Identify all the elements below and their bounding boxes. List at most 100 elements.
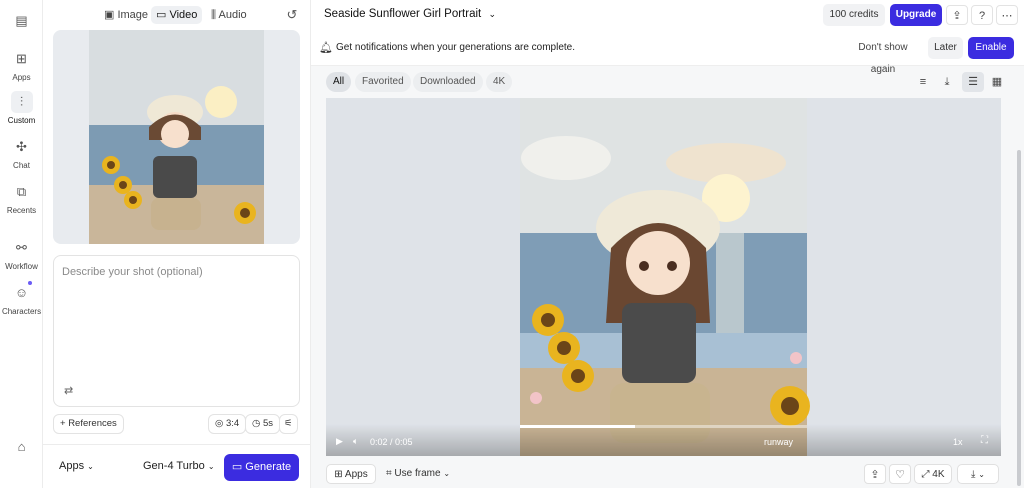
prompt-input[interactable]: Describe your shot (optional) <box>62 266 203 278</box>
model-dropdown[interactable]: Gen-4 Turbo ⌄ <box>143 460 215 472</box>
player-controls <box>326 424 1001 456</box>
apps-dropdown[interactable]: Apps ⌄ <box>59 460 94 472</box>
model-label: Gen-4 Turbo <box>143 460 205 472</box>
references-button[interactable]: + References <box>53 414 124 434</box>
apps-label: Apps <box>59 460 85 472</box>
rail-item-label: Chat <box>13 161 30 170</box>
generate-label: Generate <box>245 461 292 473</box>
rail-item-label: Custom <box>7 116 36 125</box>
rail-item-chat[interactable]: ✣ Chat <box>0 136 43 170</box>
enhance-prompt-icon[interactable]: ⇄ <box>64 384 73 397</box>
duration-button[interactable]: ◷ 5s <box>245 414 280 434</box>
asset-actions: ⊞ Apps ⌗ Use frame ⌄ ⇪ ♡ ⤢ 4K ⤓ ⌄ <box>311 462 1024 488</box>
generation-panel: ▣ Image ▭ Video ⫼ Audio ↺ Describe your … <box>43 0 311 488</box>
tab-label: Audio <box>218 9 247 21</box>
list-view-icon[interactable]: ☰ <box>962 72 984 92</box>
home-icon: ⌂ <box>17 439 26 454</box>
video-icon: ▭ <box>156 9 170 21</box>
input-image <box>89 30 264 244</box>
generate-button[interactable]: ▭ Generate <box>224 454 299 481</box>
ratio-icon: ◎ <box>215 418 226 429</box>
image-icon: ▣ <box>104 9 118 21</box>
filter-downloaded[interactable]: Downloaded <box>413 72 483 92</box>
filter-all[interactable]: All <box>326 72 352 92</box>
timer-icon: ◷ <box>252 418 263 429</box>
image-stack-icon: ⧉ <box>16 184 27 199</box>
share-icon[interactable]: ⇪ <box>864 464 886 484</box>
scrollbar[interactable] <box>1017 150 1021 486</box>
main-area: Seaside Sunflower Girl Portrait ⌄ 100 cr… <box>311 0 1024 488</box>
rail-item-recents[interactable]: ⧉ Recents <box>0 181 43 215</box>
grid-view-icon[interactable]: ▦ <box>986 72 1008 92</box>
references-label: References <box>68 418 117 429</box>
bell-icon: 🔔︎ <box>319 42 333 54</box>
top-bar: Seaside Sunflower Girl Portrait ⌄ 100 cr… <box>311 0 1024 30</box>
download-split-button[interactable]: ⤓ ⌄ <box>957 464 999 484</box>
aspect-ratio-button[interactable]: ◎ 3:4 <box>208 414 247 434</box>
chat-sparkle-icon: ✣ <box>16 139 27 154</box>
chevron-down-icon: ⌄ <box>87 462 94 471</box>
dont-show-again-button[interactable]: Don't show again <box>845 37 921 75</box>
help-icon[interactable]: ? <box>971 5 993 25</box>
rail-item-label: Characters <box>1 307 42 316</box>
prompt-box[interactable]: Describe your shot (optional) ⇄ <box>53 255 300 407</box>
chevron-down-icon: ⌄ <box>488 9 496 19</box>
character-icon: ☺ <box>14 285 29 300</box>
filter-4k[interactable]: 4K <box>486 72 513 92</box>
tab-image[interactable]: ▣ Image <box>99 6 153 24</box>
tab-video[interactable]: ▭ Video <box>151 6 203 24</box>
tab-label: Image <box>117 9 149 21</box>
workflow-icon: ⚯ <box>16 240 27 255</box>
rail-item-label: Workflow <box>5 262 38 271</box>
filter-favorited[interactable]: Favorited <box>355 72 411 92</box>
quality-label: 4K <box>932 469 945 480</box>
sliders-icon: ⫶ <box>10 91 33 113</box>
heart-icon[interactable]: ♡ <box>889 464 911 484</box>
settings-button[interactable]: ⚟ <box>279 414 298 434</box>
upgrade-button[interactable]: Upgrade <box>890 4 942 26</box>
enable-button[interactable]: Enable <box>968 37 1014 59</box>
play-icon[interactable]: ▶ <box>336 436 343 447</box>
rail-item-workflow[interactable]: ⚯ Workflow <box>0 237 43 271</box>
video-player[interactable]: ▶ 🔈︎ 0:02 / 0:05 runway 1x ⛶ <box>326 98 1001 456</box>
use-frame-label: Use frame <box>394 468 441 479</box>
reset-icon[interactable]: ↺ <box>283 6 301 24</box>
volume-icon[interactable]: 🔈︎ <box>353 436 358 447</box>
share-icon[interactable]: ⇪ <box>946 5 968 25</box>
download-icon[interactable]: ⤓ <box>936 72 958 92</box>
fullscreen-icon[interactable]: ⛶ <box>981 435 988 446</box>
rail-item-label: Apps <box>12 73 31 82</box>
apps-grid-icon: ⊞ <box>334 469 345 480</box>
panel-toggle-icon: ▤ <box>15 13 28 28</box>
rail-item-apps[interactable]: ⊞ Apps <box>0 48 43 82</box>
credits-badge[interactable]: 100 credits <box>823 4 885 26</box>
input-image-preview[interactable] <box>53 30 300 244</box>
progress-track[interactable] <box>520 425 807 428</box>
time-display: 0:02 / 0:05 <box>370 437 413 447</box>
filter-icon[interactable]: ≡ <box>912 72 934 92</box>
rail-item-custom[interactable]: ⫶ Custom <box>0 91 43 125</box>
rail-item-home[interactable]: ⌂ <box>0 436 43 461</box>
duration-value: 5s <box>262 418 273 429</box>
video-icon: ▭ <box>231 461 246 473</box>
more-icon[interactable]: ⋯ <box>996 5 1018 25</box>
project-title-dropdown[interactable]: Seaside Sunflower Girl Portrait ⌄ <box>324 8 496 20</box>
rail-item-characters[interactable]: ☺ Characters <box>0 282 43 316</box>
use-frame-button[interactable]: ⌗ Use frame ⌄ <box>383 464 453 484</box>
notification-text: Get notifications when your generations … <box>336 42 576 53</box>
video-frame <box>520 98 810 456</box>
speed-button[interactable]: 1x <box>953 437 963 447</box>
apps-button[interactable]: ⊞ Apps <box>326 464 376 484</box>
upscale-4k-button[interactable]: ⤢ 4K <box>914 464 952 484</box>
apps-label: Apps <box>344 469 368 480</box>
ratio-value: 3:4 <box>225 418 240 429</box>
audio-wave-icon: ⫼ <box>211 9 219 21</box>
settings-icon: ⚟ <box>284 418 293 429</box>
new-badge-dot <box>28 281 32 285</box>
later-button[interactable]: Later <box>928 37 963 59</box>
apps-grid-icon: ⊞ <box>16 51 27 66</box>
tab-audio[interactable]: ⫼ Audio <box>206 6 252 24</box>
sidebar-toggle[interactable]: ▤ <box>0 10 43 35</box>
download-icon: ⤓ <box>971 469 976 480</box>
chevron-down-icon: ⌄ <box>443 469 451 478</box>
